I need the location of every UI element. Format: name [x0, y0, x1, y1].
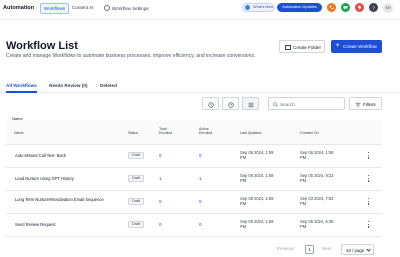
search-input[interactable]	[280, 100, 342, 108]
page-title: Workflow List	[6, 40, 78, 52]
column-header-last-updated[interactable]: Last Updated	[240, 131, 261, 135]
pagination-next[interactable]: Next	[322, 246, 331, 251]
workflow-name[interactable]: Lead Nurture Using GPT History	[15, 176, 115, 181]
column-header-created-on[interactable]: Created On	[300, 131, 319, 135]
active-enrolled-link[interactable]: 0	[199, 199, 202, 204]
tab-deleted[interactable]: Deleted	[100, 83, 117, 88]
avatar[interactable]: SH	[383, 2, 393, 13]
search-box	[268, 97, 345, 110]
page-description: Create and manage Workflows to automate …	[6, 53, 256, 59]
workflow-tabs: All Workflows Needs Review (0) Deleted	[0, 80, 400, 93]
workflow-name[interactable]: Send Review Request	[15, 222, 115, 227]
last-updated: Sep 06 2024, 1:59 PM	[240, 173, 274, 184]
total-enrolled-link[interactable]: 0	[159, 153, 162, 158]
table-row[interactable]: Send Review Request Draft 0 0 Sep 06 202…	[6, 214, 382, 237]
help-icon[interactable]: ?	[369, 3, 378, 12]
whats-new-button[interactable]: What's New	[242, 3, 275, 12]
whats-new-label: What's New	[253, 5, 274, 9]
pagination-page-1[interactable]: 1	[305, 245, 314, 254]
nav-tab-workflow-settings[interactable]: Workflow Settings	[104, 5, 149, 11]
filters-button[interactable]: Filters	[349, 97, 382, 110]
row-menu-icon[interactable]	[367, 198, 370, 207]
column-header-status[interactable]: Status	[128, 131, 138, 135]
clock-view-button[interactable]	[222, 97, 239, 110]
workflow-name[interactable]: Auto Missed Call Text- Back	[15, 153, 115, 158]
created-on: Sep 03 2024, 7:53 PM	[300, 196, 334, 207]
create-folder-button[interactable]: Create Folder	[279, 40, 325, 53]
nav-tab-label: Workflow Settings	[112, 6, 149, 11]
column-header-active-enrolled[interactable]: Active Enrolled	[199, 127, 215, 136]
page-size-select[interactable]: 10 / page	[341, 244, 374, 255]
status-badge: Draft	[128, 198, 144, 205]
top-nav: Automation Workflows Content AI Workflow…	[0, 0, 400, 20]
notification-bell-icon[interactable]	[355, 3, 364, 12]
status-badge: Draft	[128, 175, 144, 182]
phone-icon[interactable]	[327, 3, 336, 12]
search-icon	[273, 101, 278, 107]
create-folder-label: Create Folder	[293, 45, 322, 50]
table-header: Name Status Total Enrolled Active Enroll…	[6, 121, 382, 145]
row-menu-icon[interactable]	[367, 175, 370, 184]
active-enrolled-link[interactable]: 0	[199, 222, 202, 227]
row-menu-icon[interactable]	[367, 221, 370, 230]
total-enrolled-link[interactable]: 1	[159, 176, 162, 181]
create-workflow-button[interactable]: + Create Workflow	[331, 40, 382, 53]
last-updated: Sep 06 2024, 1:59 PM	[240, 150, 274, 161]
history-icon	[208, 101, 214, 108]
history-button[interactable]	[202, 97, 219, 110]
filters-label: Filters	[363, 101, 376, 107]
total-enrolled-link[interactable]: 0	[159, 222, 162, 227]
list-icon	[248, 102, 254, 107]
table-row[interactable]: Auto Missed Call Text- Back Draft 0 0 Se…	[6, 145, 382, 168]
gear-icon	[104, 5, 110, 11]
created-on: Sep 06 2024, 1:58 PM	[300, 150, 334, 161]
chat-icon[interactable]	[341, 3, 350, 12]
brand-title: Automation	[3, 5, 35, 11]
last-updated: Sep 06 2024, 1:59 PM	[240, 219, 274, 230]
column-header-name[interactable]: Name	[14, 131, 24, 135]
list-view-button[interactable]	[242, 97, 259, 110]
create-workflow-label: Create Workflow	[343, 44, 377, 49]
status-badge: Draft	[128, 152, 144, 159]
active-tab-indicator	[6, 91, 37, 93]
clock-icon	[228, 101, 234, 108]
page-size-label: 10 / page	[346, 247, 365, 253]
nav-tab-workflows[interactable]: Workflows	[40, 3, 70, 14]
active-enrolled-link[interactable]: 1	[199, 176, 202, 181]
gift-icon	[245, 5, 250, 10]
svg-text:?: ?	[372, 5, 375, 10]
chevron-down-icon	[366, 247, 371, 252]
created-on: Sep 05 2024, 9:22 PM	[300, 173, 334, 184]
nav-tab-content-ai[interactable]: Content AI	[72, 5, 93, 10]
created-on: Sep 05 2024, 6:36 PM	[300, 219, 334, 230]
total-enrolled-link[interactable]: 0	[159, 199, 162, 204]
table-row[interactable]: Long Term Nurture/Reactivation Email Seq…	[6, 191, 382, 214]
column-header-total-enrolled[interactable]: Total Enrolled	[159, 127, 173, 136]
pagination-previous[interactable]: Previous	[277, 246, 294, 251]
row-menu-icon[interactable]	[367, 152, 370, 161]
filter-icon	[355, 102, 361, 107]
table-row[interactable]: Lead Nurture Using GPT History Draft 1 1…	[6, 168, 382, 191]
tab-all-workflows[interactable]: All Workflows	[6, 83, 37, 88]
status-badge: Draft	[128, 221, 144, 228]
last-updated: Sep 06 2024, 1:59 PM	[240, 196, 274, 207]
workflow-name[interactable]: Long Term Nurture/Reactivation Email Seq…	[15, 197, 115, 202]
tab-needs-review[interactable]: Needs Review (0)	[49, 83, 88, 88]
folder-icon	[285, 45, 291, 50]
plus-icon: +	[336, 42, 340, 49]
automation-updates-button[interactable]: Automation Updates	[277, 3, 322, 12]
active-enrolled-link[interactable]: 0	[199, 153, 202, 158]
